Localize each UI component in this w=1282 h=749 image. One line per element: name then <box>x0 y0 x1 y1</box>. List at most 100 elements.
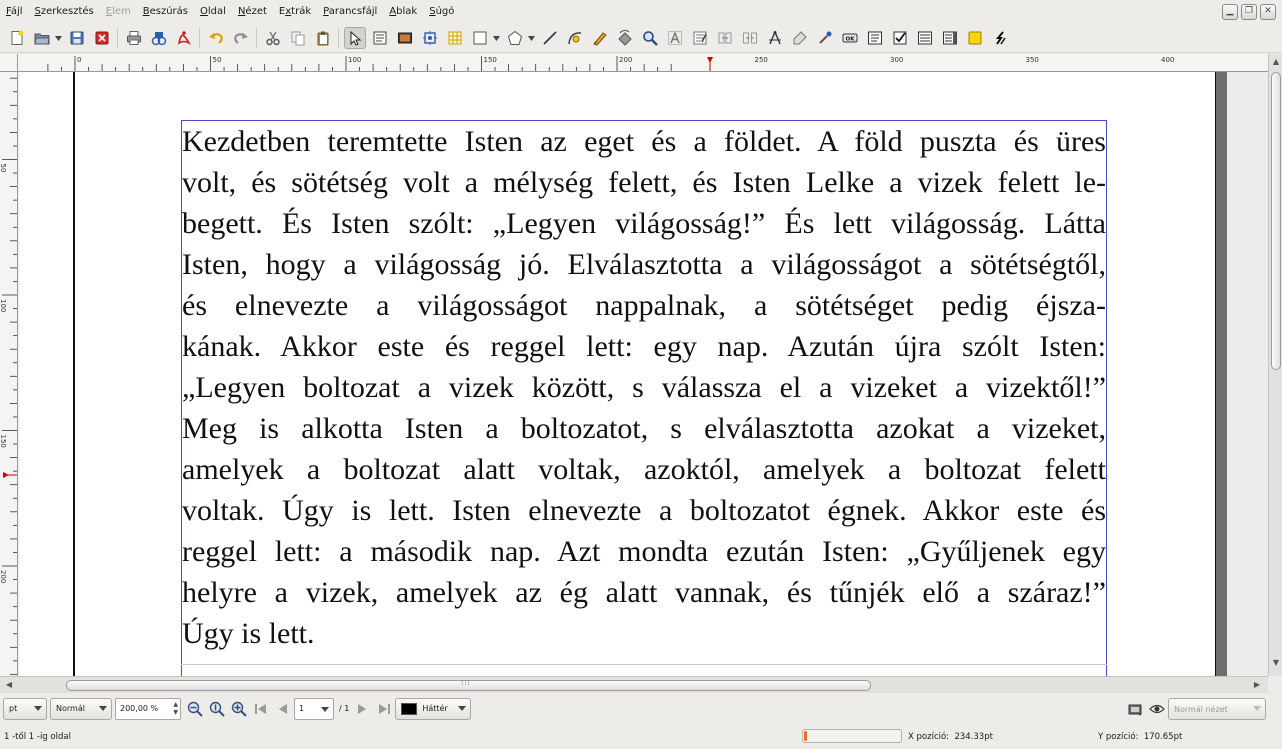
menu-item-0[interactable]: Fájl <box>0 0 29 24</box>
vertical-ruler-ticks: 50 100 150 200 <box>0 77 17 675</box>
select-item-icon[interactable] <box>343 27 366 49</box>
next-page-icon[interactable] <box>351 698 373 720</box>
print-icon[interactable] <box>123 27 145 49</box>
unit-select[interactable]: pt <box>3 697 47 720</box>
horizontal-ruler[interactable]: 0 50 100 150 200 250 300 350 400 <box>18 54 1268 72</box>
eyedropper-icon[interactable] <box>814 27 836 49</box>
scroll-left-icon[interactable]: ◀ <box>4 680 14 690</box>
pdf-push-button-icon[interactable]: OK <box>839 27 861 49</box>
menu-item-4[interactable]: Oldal <box>194 0 232 24</box>
scroll-down-icon[interactable]: ▼ <box>1271 658 1281 668</box>
toolbar-separator <box>117 28 118 48</box>
edit-text-icon[interactable] <box>689 27 711 49</box>
vertical-ruler[interactable]: 50 100 150 200 <box>0 72 18 676</box>
zoom-100-icon[interactable] <box>206 698 228 720</box>
pdf-checkbox-icon[interactable] <box>889 27 911 49</box>
horizontal-ruler-ticks: 0 50 100 150 200 250 300 350 400 <box>47 56 1174 71</box>
close-document-icon[interactable] <box>91 27 113 49</box>
link-annotation-icon[interactable] <box>989 27 1011 49</box>
previous-page-icon[interactable] <box>272 698 294 720</box>
vertical-scroll-thumb[interactable] <box>1271 72 1281 370</box>
page-number-input[interactable]: 1 <box>294 697 334 720</box>
render-frame-icon[interactable] <box>419 27 441 49</box>
open-document-icon[interactable] <box>31 27 53 49</box>
horizontal-scrollbar[interactable]: ◀ ⁞⁞⁞ ▶ <box>0 676 1268 693</box>
undo-icon[interactable] <box>205 27 227 49</box>
shape-icon[interactable] <box>469 27 491 49</box>
text-frame-content[interactable]: Kezdetben teremtette Isten az eget és a … <box>182 121 1106 654</box>
measurements-icon[interactable] <box>764 27 786 49</box>
table-icon[interactable] <box>444 27 466 49</box>
unlink-frames-icon[interactable] <box>739 27 761 49</box>
scroll-right-icon[interactable]: ▶ <box>1252 680 1262 690</box>
view-mode-select[interactable]: Normál nézet <box>1168 698 1266 720</box>
copy-properties-icon[interactable] <box>789 27 811 49</box>
view-mode-value: Normál nézet <box>1174 704 1228 714</box>
menu-item-9[interactable]: Súgó <box>423 0 460 24</box>
text-line: Isten, hogy a világosság jó. Elválasztot… <box>182 248 1106 281</box>
preflight-verifier-icon[interactable] <box>148 27 170 49</box>
chevron-down-icon <box>99 705 107 711</box>
first-page-icon[interactable] <box>250 698 272 720</box>
vertical-scrollbar[interactable]: ▲ ▼ <box>1268 54 1282 676</box>
scroll-up-icon[interactable]: ▲ <box>1271 57 1281 67</box>
dropdown-arrow-icon[interactable] <box>54 27 62 49</box>
dropdown-arrow-icon[interactable] <box>527 27 535 49</box>
ruler-label: 150 <box>0 435 7 448</box>
preview-mode-icon[interactable] <box>1124 698 1146 720</box>
polygon-icon[interactable] <box>504 27 526 49</box>
redo-icon[interactable] <box>230 27 252 49</box>
zoom-out-icon[interactable] <box>184 698 206 720</box>
menu-item-3[interactable]: Beszúrás <box>137 0 194 24</box>
copy-icon[interactable] <box>287 27 309 49</box>
menu-item-5[interactable]: Nézet <box>232 0 273 24</box>
last-page-icon[interactable] <box>373 698 395 720</box>
restore-button[interactable]: ❐ <box>1241 4 1257 20</box>
ruler-label: 100 <box>0 299 7 312</box>
menu-item-mnemonic: O <box>200 6 208 17</box>
dropdown-arrow-icon[interactable] <box>492 27 500 49</box>
text-annotation-icon[interactable] <box>964 27 986 49</box>
zoom-in-icon[interactable] <box>228 698 250 720</box>
image-frame-icon[interactable] <box>394 27 416 49</box>
text-line: Úgy is lett. <box>182 617 315 650</box>
paste-icon[interactable] <box>312 27 334 49</box>
menu-item-6[interactable]: Extrák <box>273 0 317 24</box>
ruler-corner[interactable] <box>0 54 18 72</box>
bezier-curve-icon[interactable] <box>564 27 586 49</box>
image-quality-value: Normál <box>56 704 85 713</box>
menu-item-7[interactable]: Parancsfájl <box>317 0 383 24</box>
document-canvas[interactable]: Kezdetben teremtette Isten az eget és a … <box>19 72 1268 676</box>
layer-select[interactable]: Háttér <box>395 697 472 720</box>
rotate-item-icon[interactable] <box>614 27 636 49</box>
freehand-line-icon[interactable] <box>589 27 611 49</box>
line-icon[interactable] <box>539 27 561 49</box>
eye-icon[interactable] <box>1146 698 1168 720</box>
text-frame-icon[interactable] <box>369 27 391 49</box>
save-icon[interactable] <box>66 27 88 49</box>
zoom-input[interactable]: 200,00 % ▲ ▼ <box>115 697 181 720</box>
menu-bar: Fájl Szerkesztés Elem Beszúrás Oldal Nézet Ext… <box>0 0 1282 24</box>
pdf-combo-box-icon[interactable] <box>914 27 936 49</box>
menu-item-8[interactable]: Ablak <box>383 0 423 24</box>
text-line: amelyek a boltozat alatt voltak, azoktól… <box>182 453 1106 486</box>
cut-icon[interactable] <box>262 27 284 49</box>
horizontal-scroll-thumb[interactable]: ⁞⁞⁞ <box>66 679 871 691</box>
close-button[interactable]: ✕ <box>1260 4 1276 20</box>
text-line: helyre a vizek, amelyek az ég alatt vann… <box>182 576 1106 609</box>
menu-item-1[interactable]: Szerkesztés <box>29 0 100 24</box>
pdf-text-field-icon[interactable] <box>864 27 886 49</box>
status-bar: 1 -től 1 -ig oldal X pozíció: 234.33pt Y… <box>0 724 1282 749</box>
spin-arrows-icon[interactable]: ▲ ▼ <box>173 701 178 717</box>
export-pdf-icon[interactable] <box>173 27 195 49</box>
minimize-button[interactable]: ▁ <box>1222 4 1238 20</box>
image-quality-select[interactable]: Normál <box>50 697 112 720</box>
toolbar-separator <box>338 28 339 48</box>
link-frames-icon[interactable] <box>714 27 736 49</box>
text-frame[interactable]: Kezdetben teremtette Isten az eget és a … <box>181 120 1107 676</box>
new-document-icon[interactable] <box>6 27 28 49</box>
zoom-icon[interactable] <box>639 27 661 49</box>
edit-contents-icon[interactable] <box>664 27 686 49</box>
chevron-down-icon[interactable] <box>321 706 329 712</box>
pdf-list-box-icon[interactable] <box>939 27 961 49</box>
